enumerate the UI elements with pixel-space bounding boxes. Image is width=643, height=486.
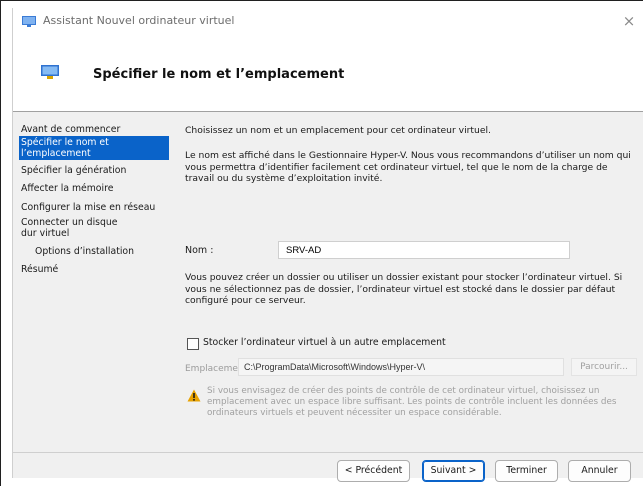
folder-info-text: Vous pouvez créer un dossier ou utiliser… <box>185 272 623 306</box>
sidebar-item-options-installation[interactable]: Options d’installation <box>35 246 185 257</box>
content-panel: Choisissez un nom et un emplacement pour… <box>175 112 640 452</box>
page-title: Spécifier le nom et l’emplacement <box>93 67 345 82</box>
location-input[interactable] <box>238 358 564 376</box>
sidebar-item-resume[interactable]: Résumé <box>21 264 171 275</box>
sidebar-item-nom-emplacement[interactable]: Spécifier le nom et l’emplacement <box>19 136 169 160</box>
store-elsewhere-label[interactable]: Stocker l’ordinateur virtuel à un autre … <box>203 337 446 348</box>
next-button[interactable]: Suivant > <box>422 460 485 482</box>
page-header: Spécifier le nom et l’emplacement <box>13 36 643 116</box>
window-title: Assistant Nouvel ordinateur virtuel <box>43 14 235 27</box>
checkpoint-warning-text: Si vous envisagez de créer des points de… <box>207 386 617 418</box>
name-input[interactable] <box>278 241 570 259</box>
wizard-body: Avant de commencer Spécifier le nom et l… <box>13 112 643 482</box>
intro-text: Choisissez un nom et un emplacement pour… <box>185 125 491 136</box>
sidebar-item-reseau[interactable]: Configurer la mise en réseau <box>21 202 171 213</box>
footer-divider <box>13 452 643 453</box>
wizard-window: Assistant Nouvel ordinateur virtuel × Sp… <box>12 8 643 482</box>
sidebar-item-memoire[interactable]: Affecter la mémoire <box>21 183 171 194</box>
close-icon: × <box>622 12 636 30</box>
wizard-steps-sidebar: Avant de commencer Spécifier le nom et l… <box>13 112 171 452</box>
finish-button[interactable]: Terminer <box>495 460 558 482</box>
browse-button[interactable]: Parcourir... <box>571 358 637 376</box>
previous-button[interactable]: < Précédent <box>337 460 410 482</box>
name-label: Nom : <box>185 245 214 256</box>
sidebar-item-generation[interactable]: Spécifier la génération <box>21 165 171 176</box>
cancel-button[interactable]: Annuler <box>568 460 631 482</box>
close-button[interactable]: × <box>614 8 643 36</box>
hyperv-monitor-icon <box>22 16 36 27</box>
description-text: Le nom est affiché dans le Gestionnaire … <box>185 150 631 184</box>
sidebar-item-disque-dur[interactable]: Connecter un disque dur virtuel <box>21 217 133 239</box>
store-elsewhere-checkbox[interactable] <box>187 338 199 350</box>
title-bar[interactable]: Assistant Nouvel ordinateur virtuel × <box>13 8 643 36</box>
warning-triangle-icon <box>187 389 201 402</box>
hyperv-monitor-icon <box>41 65 59 79</box>
sidebar-item-avant-de-commencer[interactable]: Avant de commencer <box>21 124 171 135</box>
